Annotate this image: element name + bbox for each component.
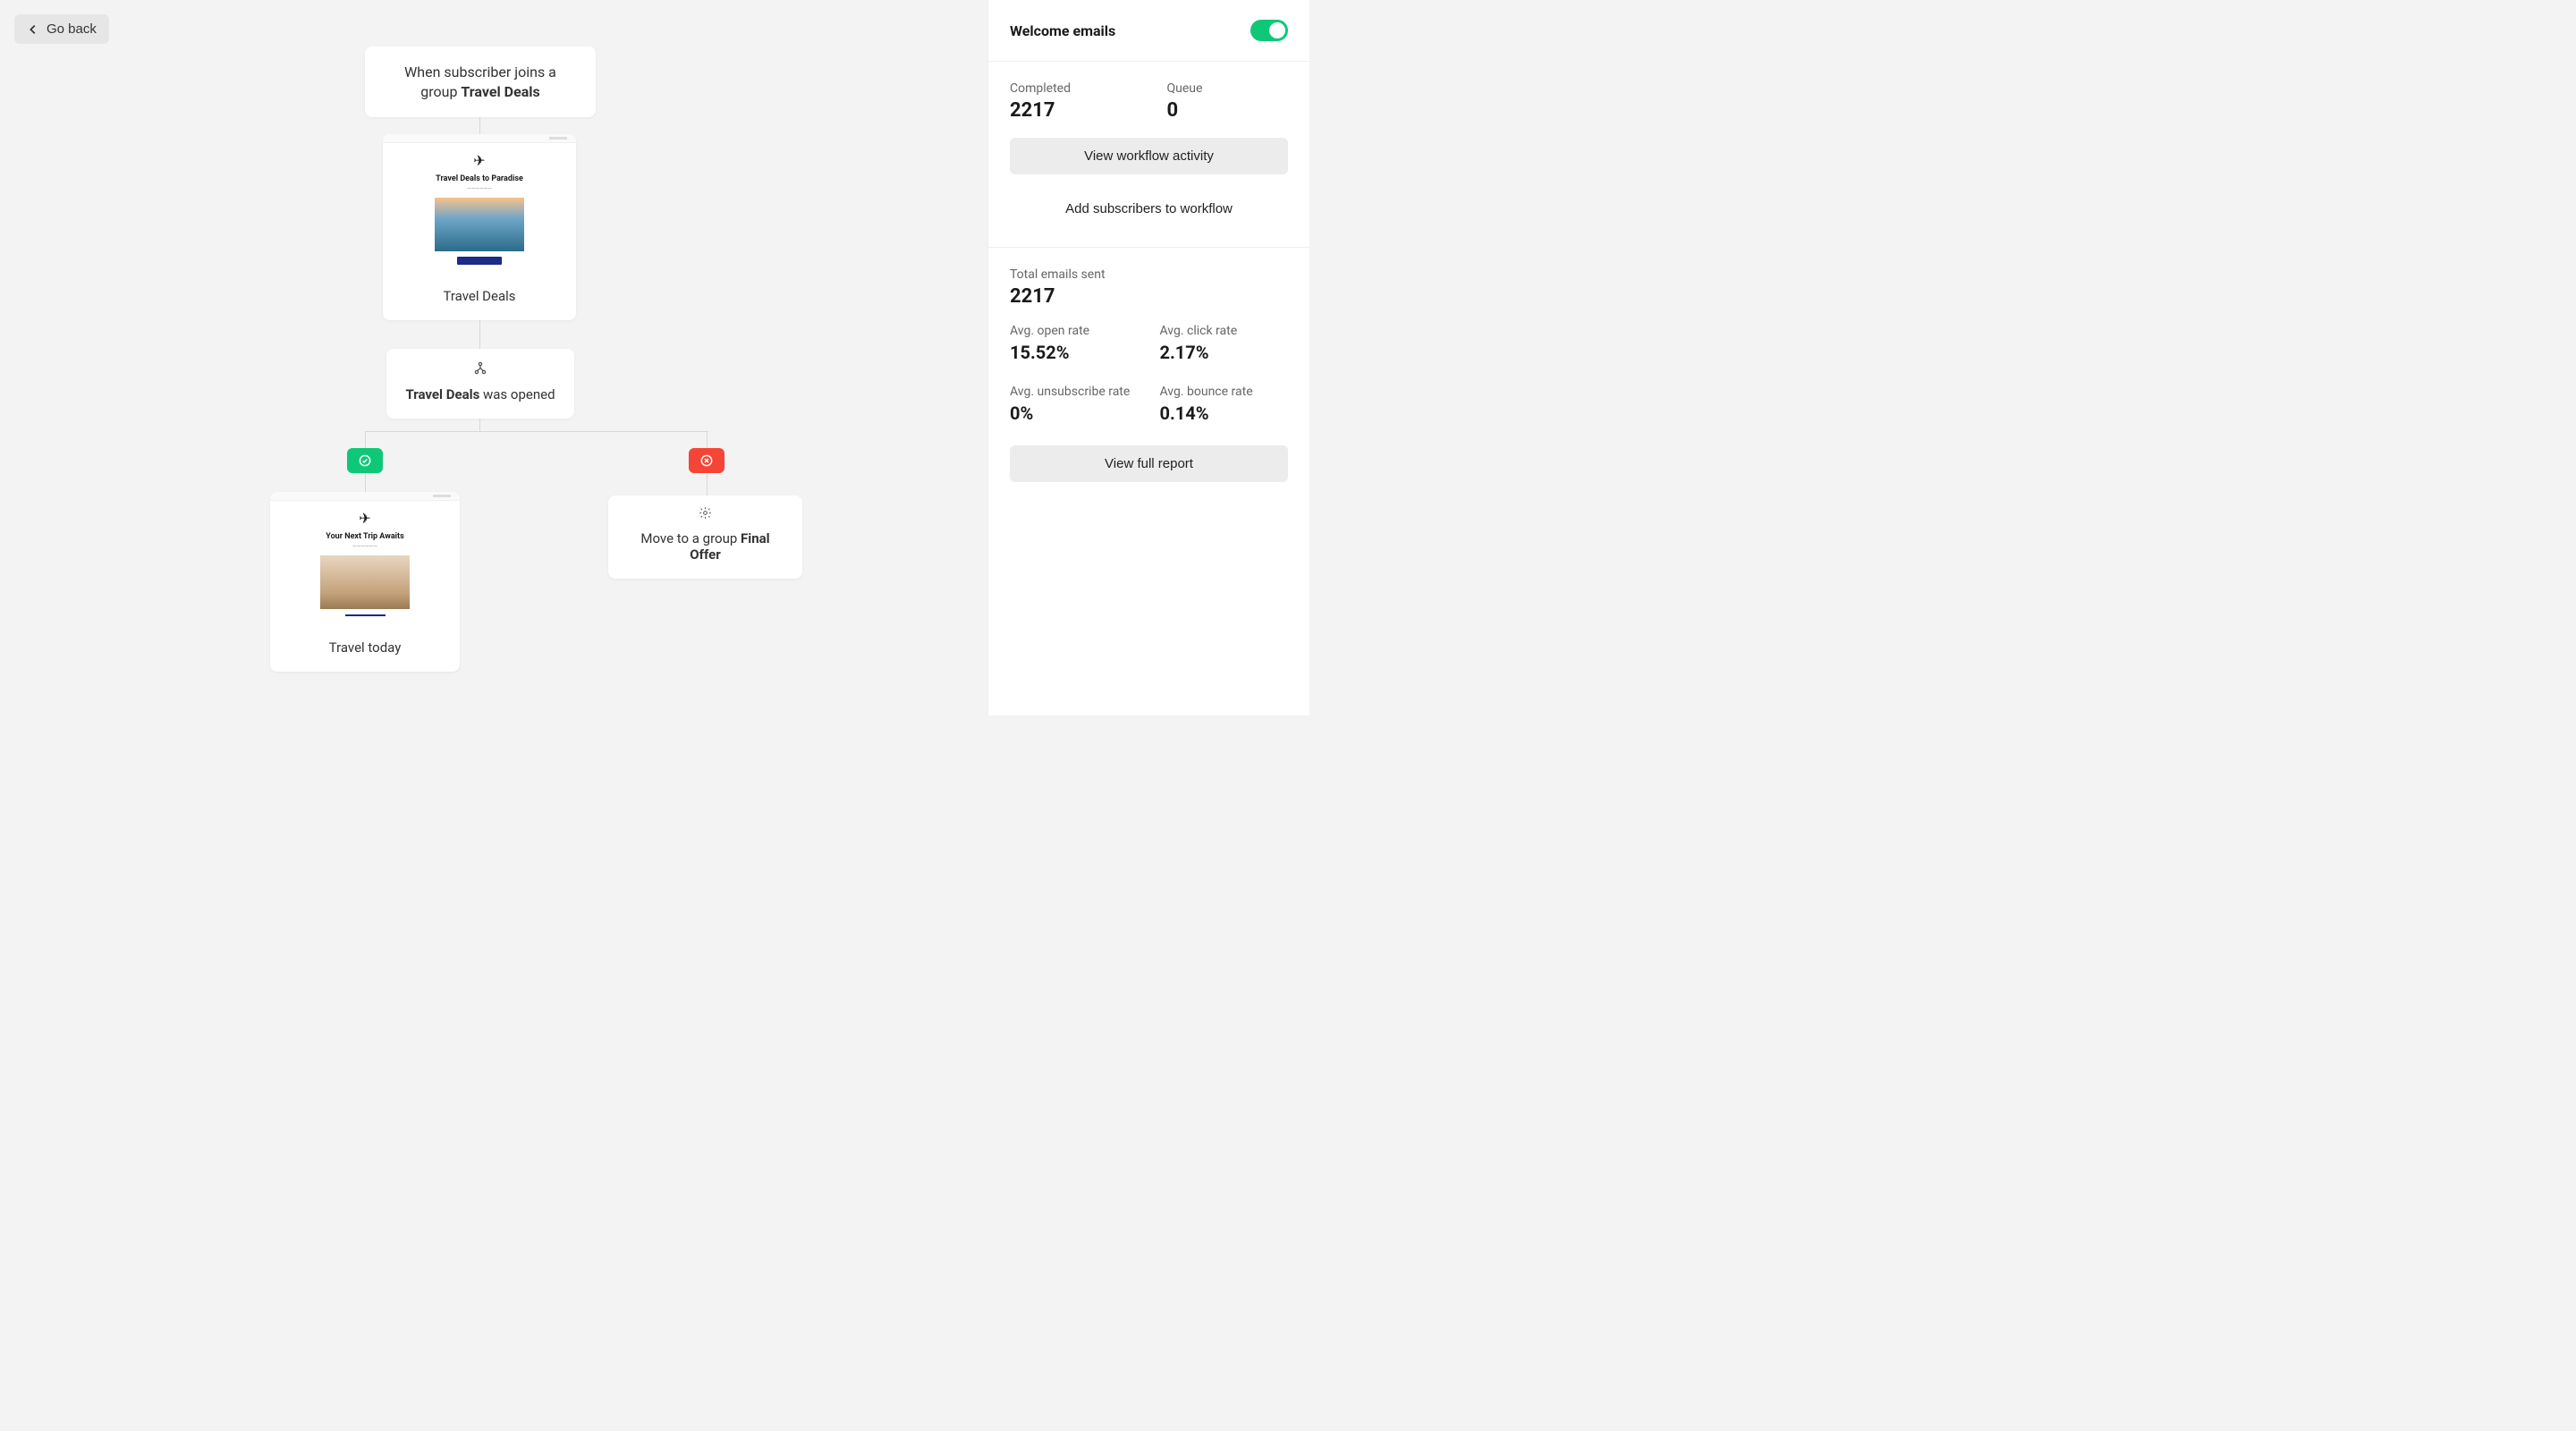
- queue-label: Queue: [1167, 81, 1289, 96]
- check-circle-icon: [358, 453, 372, 468]
- email-preview-cta: [457, 257, 502, 265]
- workflow-condition-node[interactable]: Travel Deals was opened: [386, 349, 574, 419]
- email-preview-image: [435, 198, 524, 251]
- workflow-title: Welcome emails: [1010, 22, 1115, 39]
- branch-yes-badge[interactable]: [347, 448, 383, 473]
- workflow-email-node[interactable]: ✈︎ Travel Deals to Paradise —————— Trave…: [383, 134, 576, 320]
- unsub-rate-value: 0%: [1010, 402, 1139, 424]
- view-full-report-button[interactable]: View full report: [1010, 445, 1288, 482]
- condition-subject: Travel Deals: [405, 386, 479, 402]
- open-rate-label: Avg. open rate: [1010, 324, 1139, 338]
- add-subscribers-button[interactable]: Add subscribers to workflow: [1010, 191, 1288, 227]
- email-preview: ✈︎ Your Next Trip Awaits ——————: [270, 492, 460, 625]
- total-label: Total emails sent: [1010, 267, 1288, 282]
- sidebar-stats-block: Total emails sent 2217 Avg. open rate 15…: [988, 248, 1309, 502]
- email-name: Travel Deals: [432, 274, 526, 320]
- workflow-canvas: Go back When subscriber joins a group Tr…: [0, 0, 987, 716]
- trigger-group: Travel Deals: [461, 83, 539, 100]
- branch-icon: [473, 361, 487, 379]
- bounce-rate-label: Avg. bounce rate: [1160, 385, 1289, 399]
- email-preview: ✈︎ Travel Deals to Paradise ——————: [383, 134, 576, 274]
- view-activity-button[interactable]: View workflow activity: [1010, 138, 1288, 174]
- queue-value: 0: [1167, 99, 1289, 122]
- click-rate-value: 2.17%: [1160, 342, 1289, 363]
- email-preview-image: [320, 555, 410, 609]
- workflow-active-toggle[interactable]: [1250, 20, 1288, 41]
- plane-icon: ✈︎: [359, 510, 370, 527]
- email-preview-title: Travel Deals to Paradise: [436, 174, 523, 183]
- open-rate-value: 15.52%: [1010, 342, 1139, 363]
- gear-icon: [699, 506, 712, 523]
- click-rate-label: Avg. click rate: [1160, 324, 1289, 338]
- connector: [365, 431, 708, 432]
- plane-icon: ✈︎: [473, 152, 485, 169]
- bounce-rate-value: 0.14%: [1160, 402, 1289, 424]
- x-circle-icon: [699, 453, 714, 468]
- go-back-label: Go back: [47, 21, 97, 37]
- email-name: Travel today: [318, 625, 412, 672]
- email-preview-cta: [345, 614, 386, 616]
- completed-label: Completed: [1010, 81, 1131, 96]
- chevron-left-icon: [27, 23, 39, 36]
- sidebar-header: Welcome emails: [988, 0, 1309, 62]
- connector: [707, 431, 708, 448]
- branch-no-badge[interactable]: [689, 448, 724, 473]
- connector: [707, 473, 708, 495]
- workflow-action-node[interactable]: Move to a group Final Offer: [608, 495, 802, 579]
- stats-sidebar: Welcome emails Completed 2217 Queue 0 Vi…: [987, 0, 1309, 716]
- connector: [365, 431, 366, 448]
- go-back-button[interactable]: Go back: [14, 14, 109, 44]
- action-prefix: Move to a group: [640, 530, 741, 546]
- workflow-email-node[interactable]: ✈︎ Your Next Trip Awaits —————— Travel t…: [270, 492, 460, 672]
- completed-value: 2217: [1010, 99, 1131, 122]
- email-preview-title: Your Next Trip Awaits: [326, 532, 403, 541]
- connector: [365, 473, 366, 492]
- sidebar-queue-block: Completed 2217 Queue 0 View workflow act…: [988, 62, 1309, 248]
- unsub-rate-label: Avg. unsubscribe rate: [1010, 385, 1139, 399]
- workflow-trigger-node[interactable]: When subscriber joins a group Travel Dea…: [365, 47, 596, 117]
- total-value: 2217: [1010, 285, 1288, 308]
- condition-suffix: was opened: [479, 386, 555, 402]
- connector: [479, 318, 480, 349]
